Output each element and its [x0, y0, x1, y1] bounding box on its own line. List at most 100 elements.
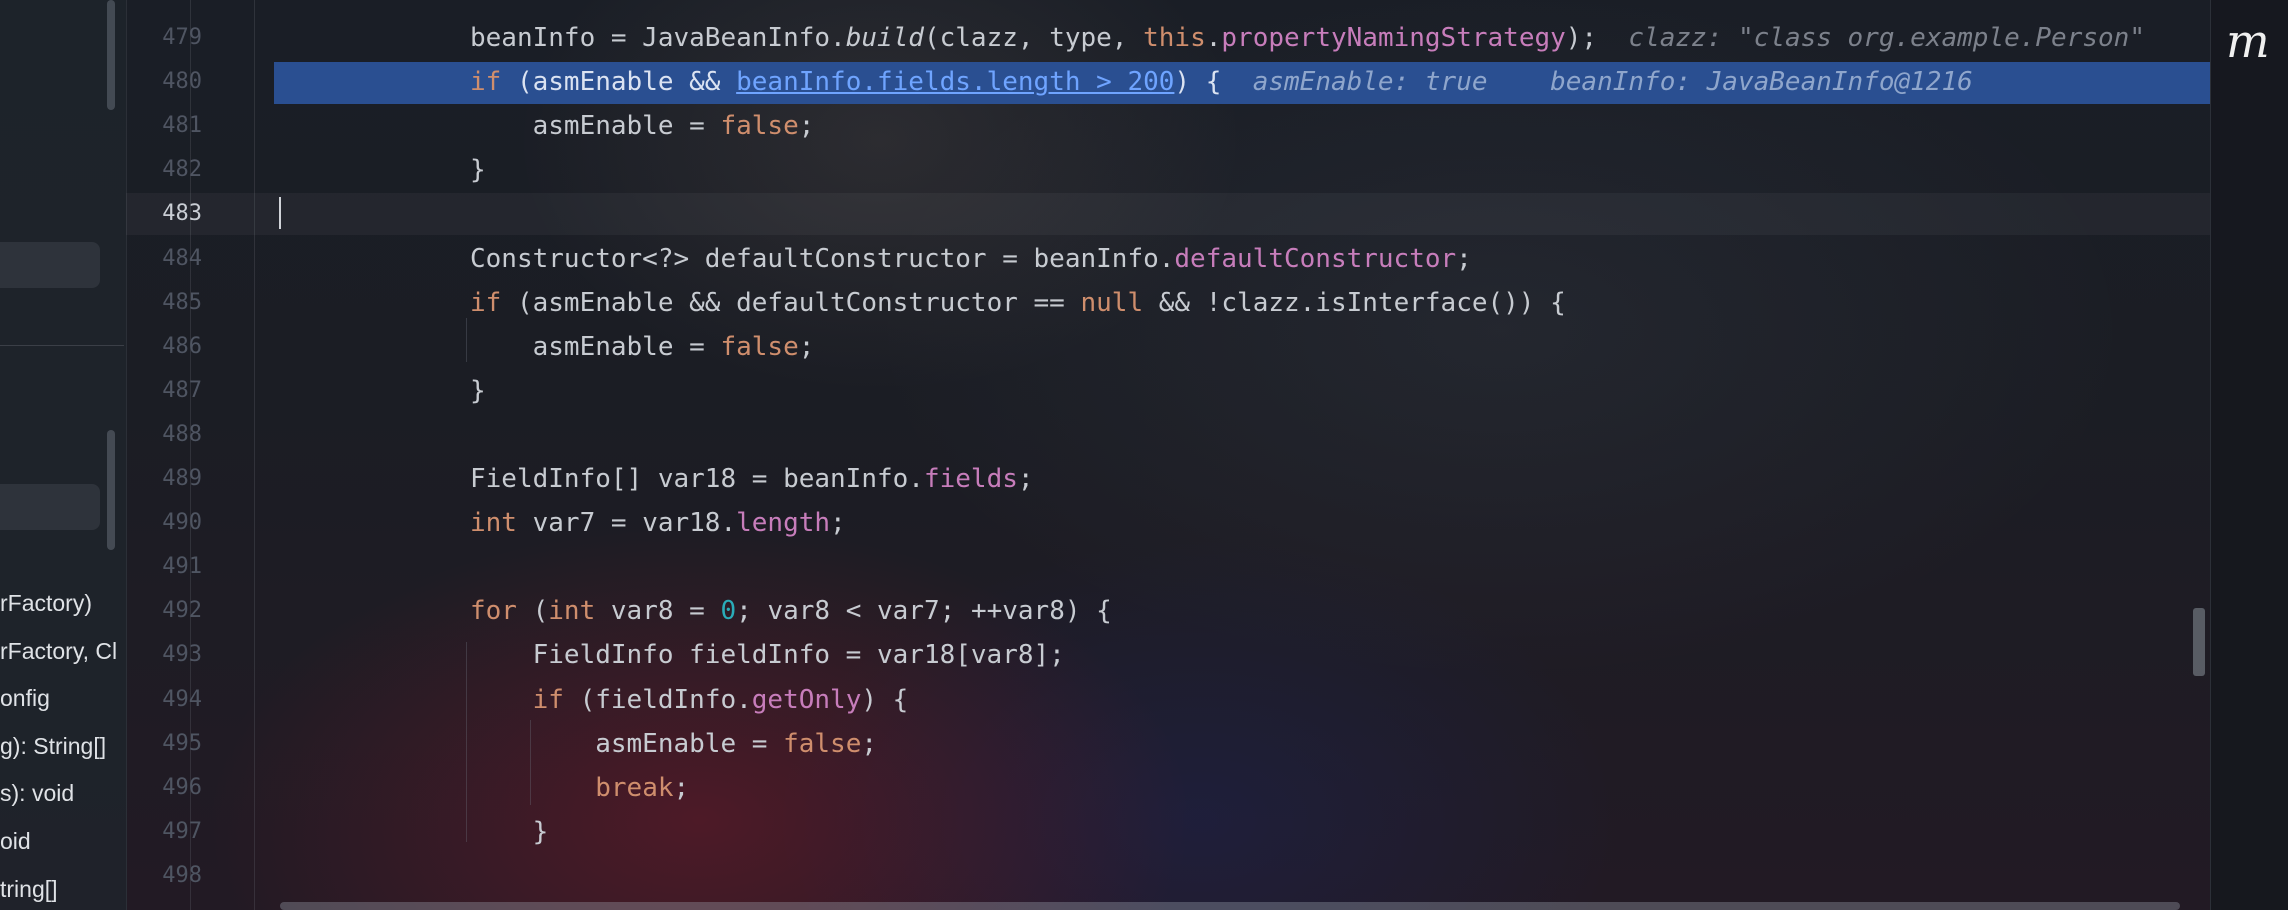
line-number[interactable]: 490 [126, 501, 202, 545]
line-number[interactable]: 479 [126, 16, 202, 60]
line-number[interactable]: 497 [126, 810, 202, 854]
line-number-gutter[interactable]: 479 480 481 482 483 484 485 486 487 488 489 490 491 4… [126, 0, 274, 910]
line-number[interactable]: 482 [126, 148, 202, 192]
app-logo-icon[interactable]: m [2226, 14, 2270, 68]
line-number[interactable]: 483 [126, 192, 202, 236]
line-number[interactable]: 489 [126, 457, 202, 501]
code-token: for [470, 596, 517, 627]
code-token: ; [798, 111, 815, 142]
code-token: fields [923, 464, 1018, 494]
structure-panel-item[interactable]: rFactory) [0, 590, 126, 620]
code-token: FieldInfo fieldInfo = var18[var8]; [470, 640, 1065, 671]
code-token: . [1205, 23, 1222, 53]
line-number[interactable]: 484 [126, 237, 202, 281]
code-token: if [470, 287, 502, 318]
code-line[interactable]: int var7 = var18.length; [274, 501, 2210, 545]
code-token: var7 = var18. [516, 508, 737, 539]
code-line[interactable]: break; [274, 766, 2210, 810]
line-number[interactable]: 498 [126, 854, 202, 898]
code-line[interactable]: FieldInfo fieldInfo = var18[var8]; [274, 633, 2210, 677]
line-number[interactable]: 494 [126, 678, 202, 722]
code-token: if [470, 67, 502, 98]
code-line[interactable] [274, 192, 2210, 236]
code-line[interactable]: if (asmEnable && defaultConstructor == n… [274, 281, 2210, 325]
code-editor[interactable]: beanInfo = JavaBeanInfo.build(clazz, typ… [274, 0, 2210, 910]
code-token: getOnly [751, 684, 862, 715]
code-token: } [470, 155, 486, 186]
structure-panel-item[interactable]: g): String[] [0, 733, 126, 763]
code-line[interactable]: if (asmEnable && beanInfo.fields.length … [274, 60, 2210, 104]
code-token: int [470, 508, 517, 539]
code-line[interactable] [274, 854, 2210, 898]
code-token: } [470, 375, 486, 406]
code-token: } [470, 816, 549, 847]
structure-panel-scrollbar[interactable] [107, 0, 115, 110]
code-line[interactable]: asmEnable = false; [274, 325, 2210, 369]
code-token: ; [798, 331, 815, 362]
code-token: 0 [720, 596, 737, 627]
line-number[interactable]: 495 [126, 722, 202, 766]
code-line[interactable]: asmEnable = false; [274, 104, 2210, 148]
code-token: false [783, 728, 862, 759]
line-number[interactable]: 487 [126, 369, 202, 413]
line-number[interactable]: 491 [126, 545, 202, 589]
code-line[interactable]: for (int var8 = 0; var8 < var7; ++var8) … [274, 589, 2210, 633]
code-token: asmEnable = [470, 111, 721, 142]
structure-panel-item[interactable]: rFactory, Cl [0, 638, 126, 668]
structure-panel-item[interactable]: s): void [0, 780, 126, 810]
code-line[interactable]: } [274, 148, 2210, 192]
code-token: asmEnable = [470, 728, 784, 759]
code-line[interactable]: } [274, 810, 2210, 854]
line-number[interactable]: 480 [126, 60, 202, 104]
code-line[interactable]: beanInfo = JavaBeanInfo.build(clazz, typ… [274, 16, 2210, 60]
code-token: ; [830, 508, 846, 539]
structure-panel-item[interactable]: tring[] [0, 876, 126, 906]
code-token: ; [1017, 464, 1034, 494]
line-number[interactable]: 493 [126, 633, 202, 677]
structure-panel-row-highlight [0, 242, 100, 288]
code-token: build [845, 23, 924, 53]
code-token: ; [861, 728, 878, 759]
code-line[interactable] [274, 413, 2210, 457]
code-token: propertyNamingStrategy [1221, 23, 1566, 53]
code-token: asmEnable = [470, 331, 721, 362]
text-caret [279, 197, 281, 229]
structure-panel-divider [0, 345, 124, 346]
code-token: ; var8 < var7; ++var8) { [736, 596, 1112, 627]
code-line[interactable]: asmEnable = false; [274, 722, 2210, 766]
code-token: ); [1565, 23, 1629, 53]
code-token: ) { [861, 684, 909, 715]
line-number[interactable]: 492 [126, 589, 202, 633]
editor-vertical-scrollbar-thumb[interactable] [2193, 608, 2205, 676]
code-line[interactable]: Constructor<?> defaultConstructor = bean… [274, 237, 2210, 281]
hyperlinked-expression[interactable]: beanInfo.fields.length > 200 [736, 67, 1174, 97]
code-line[interactable]: if (fieldInfo.getOnly) { [274, 678, 2210, 722]
code-token: int [548, 596, 596, 627]
code-token: beanInfo = JavaBeanInfo. [470, 23, 846, 53]
structure-panel-row-selected [0, 484, 100, 530]
line-number[interactable]: 486 [126, 325, 202, 369]
code-line[interactable]: } [274, 369, 2210, 413]
structure-panel-item[interactable]: oid [0, 828, 126, 858]
code-token: FieldInfo[] var18 = beanInfo. [470, 464, 924, 494]
code-line[interactable]: FieldInfo[] var18 = beanInfo.fields; [274, 457, 2210, 501]
code-token: (asmEnable && [501, 67, 737, 98]
structure-panel: rFactory) rFactory, Cl onfig g): String[] s)… [0, 0, 127, 910]
line-number[interactable]: 488 [126, 413, 202, 457]
code-token: Constructor<?> defaultConstructor = bean… [470, 243, 1175, 274]
code-token: ) { [1174, 67, 1253, 98]
structure-panel-item[interactable]: onfig [0, 685, 126, 715]
code-line[interactable] [274, 545, 2210, 589]
line-number[interactable]: 496 [126, 766, 202, 810]
line-number[interactable]: 485 [126, 281, 202, 325]
code-token: this [1143, 23, 1206, 53]
code-token: false [720, 111, 799, 142]
editor-horizontal-scrollbar[interactable] [280, 902, 2180, 910]
code-token: false [720, 331, 799, 362]
line-number[interactable]: 481 [126, 104, 202, 148]
structure-panel-scrollbar-lower[interactable] [107, 430, 115, 550]
code-token: && !clazz.isInterface()) { [1143, 287, 1566, 318]
code-token: (asmEnable && defaultConstructor == [501, 287, 1081, 318]
